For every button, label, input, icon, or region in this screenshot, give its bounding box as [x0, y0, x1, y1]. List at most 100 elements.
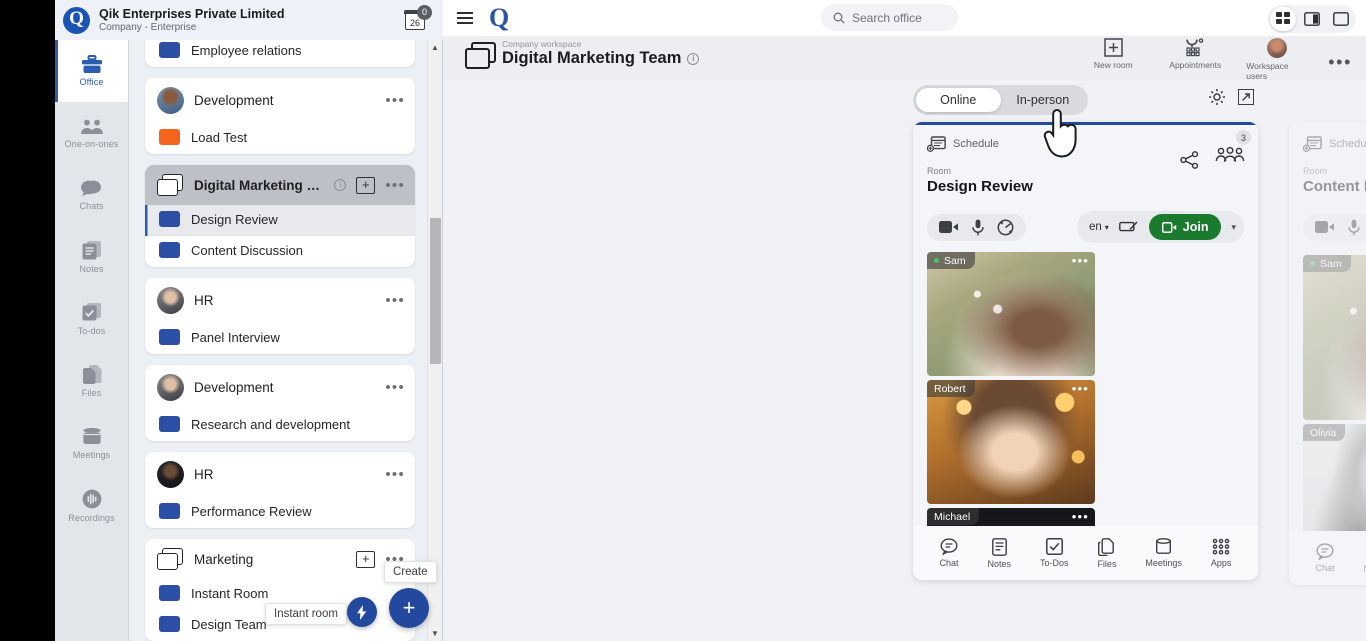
- team-more-icon[interactable]: •••: [385, 466, 405, 483]
- create-button[interactable]: +: [389, 588, 429, 628]
- calendar-button[interactable]: 26 0: [405, 11, 425, 30]
- room-color-swatch: [159, 42, 180, 58]
- room-card-design-review: Schedule: [913, 122, 1258, 580]
- header-more-icon[interactable]: •••: [1328, 52, 1352, 73]
- share-icon[interactable]: [1180, 151, 1199, 169]
- participant-tile[interactable]: Sam •••: [1303, 255, 1366, 420]
- room-row-content-discussion[interactable]: Content Discussion: [145, 236, 415, 267]
- info-icon[interactable]: i: [687, 53, 699, 65]
- team-header[interactable]: Development •••: [145, 78, 415, 123]
- add-room-button[interactable]: +: [356, 551, 375, 568]
- participants-button[interactable]: 3: [1215, 147, 1245, 169]
- participant-tile[interactable]: Robert •••: [927, 380, 1095, 504]
- participant-name: Sam: [944, 255, 966, 267]
- scroll-down-icon[interactable]: ▼: [428, 626, 442, 641]
- join-options-chevron-icon[interactable]: ▾: [1231, 222, 1236, 233]
- panel-icon[interactable]: [1299, 7, 1325, 31]
- team-list[interactable]: Employee relations Development ••• Load …: [129, 40, 429, 641]
- team-header[interactable]: Marketing + •••: [145, 539, 415, 579]
- join-button[interactable]: Join: [1149, 214, 1222, 240]
- tooltip-create: Create: [384, 561, 437, 583]
- sidebar-item-one-on-ones[interactable]: One-on-ones: [55, 102, 128, 164]
- room-row[interactable]: Performance Review: [145, 497, 415, 528]
- office-window: Q Search office: [443, 0, 1366, 641]
- participant-tile[interactable]: Sam •••: [927, 252, 1095, 376]
- sidebar-item-one-on-ones-label: One-on-ones: [65, 139, 119, 149]
- info-icon[interactable]: i: [334, 179, 346, 191]
- room-row[interactable]: Employee relations: [145, 40, 415, 67]
- team-more-icon[interactable]: •••: [385, 379, 405, 396]
- team-card: HR ••• Panel Interview: [145, 278, 415, 354]
- microphone-icon[interactable]: [1348, 219, 1360, 236]
- settings-gear-button[interactable]: [1208, 88, 1226, 111]
- team-header[interactable]: HR •••: [145, 452, 415, 497]
- breadcrumb-parent: Company workspace: [502, 40, 699, 49]
- team-header[interactable]: HR •••: [145, 278, 415, 323]
- scrollbar-thumb[interactable]: [430, 218, 441, 364]
- room-label: Instant Room: [191, 586, 268, 601]
- grid-icon[interactable]: [1270, 7, 1296, 31]
- tab-online[interactable]: Online: [916, 88, 1001, 112]
- room-row[interactable]: Research and development: [145, 410, 415, 441]
- sidebar-item-recordings[interactable]: Recordings: [55, 474, 128, 536]
- sidebar-item-notes[interactable]: Notes: [55, 226, 128, 288]
- checkbox-icon: [81, 302, 103, 323]
- org-topbar: Q Qik Enterprises Private Limited Compan…: [55, 0, 443, 40]
- media-controls: [1303, 214, 1366, 241]
- team-more-icon[interactable]: •••: [385, 177, 405, 194]
- nav-files-label: Files: [1097, 559, 1116, 569]
- team-header-selected[interactable]: Digital Marketing T... i + •••: [145, 165, 415, 205]
- instant-room-button[interactable]: [347, 597, 377, 627]
- team-more-icon[interactable]: •••: [385, 292, 405, 309]
- sidebar-item-meetings[interactable]: Meetings: [55, 412, 128, 474]
- new-room-label: New room: [1094, 60, 1133, 70]
- effects-icon[interactable]: [997, 219, 1014, 236]
- recordings-icon: [81, 488, 103, 510]
- scroll-up-icon[interactable]: ▲: [428, 40, 442, 55]
- expand-button[interactable]: [1238, 89, 1254, 105]
- team-more-icon[interactable]: •••: [385, 92, 405, 109]
- microphone-icon[interactable]: [972, 219, 984, 236]
- search-input[interactable]: Search office: [821, 4, 958, 31]
- room-row[interactable]: Panel Interview: [145, 323, 415, 354]
- participant-name: Robert: [934, 383, 966, 395]
- whiteboard-icon[interactable]: [1119, 220, 1139, 234]
- room-row-design-review[interactable]: ⣿ Design Review: [145, 205, 415, 236]
- new-room-button[interactable]: New room: [1082, 38, 1144, 70]
- add-room-button[interactable]: +: [356, 177, 375, 194]
- language-selector[interactable]: en ▾: [1089, 221, 1109, 233]
- nav-meetings[interactable]: Meetings: [1145, 538, 1182, 568]
- appointments-button[interactable]: Appointments: [1164, 38, 1226, 70]
- note-icon: [992, 538, 1007, 556]
- sidebar-item-to-dos[interactable]: To-dos: [55, 288, 128, 350]
- video-camera-icon[interactable]: [1315, 220, 1335, 234]
- window-icon[interactable]: [1328, 7, 1354, 31]
- nav-notes[interactable]: Notes: [987, 538, 1011, 569]
- team-name: HR: [194, 467, 375, 482]
- nav-todos-label: To-Dos: [1040, 558, 1069, 568]
- participant-more-icon[interactable]: •••: [1072, 253, 1089, 268]
- room-title: Design Review: [927, 178, 1244, 195]
- workspace-users-button[interactable]: Workspace users: [1246, 38, 1308, 81]
- team-header[interactable]: Development •••: [145, 365, 415, 410]
- nav-todos[interactable]: To-Dos: [1040, 538, 1069, 568]
- nav-chat[interactable]: Chat: [1315, 543, 1334, 573]
- video-camera-icon[interactable]: [939, 220, 959, 234]
- nav-apps[interactable]: Apps: [1211, 538, 1232, 568]
- participant-more-icon[interactable]: •••: [1072, 509, 1089, 524]
- schedule-button[interactable]: Schedule: [1303, 136, 1366, 152]
- room-row[interactable]: Load Test: [145, 123, 415, 154]
- room-color-swatch: [159, 503, 180, 519]
- nav-chat[interactable]: Chat: [939, 538, 958, 568]
- room-color-swatch: [159, 129, 180, 145]
- nav-files[interactable]: Files: [1097, 538, 1116, 569]
- sidebar-item-chats[interactable]: Chats: [55, 164, 128, 226]
- team-list-scrollbar[interactable]: ▲ ▼: [427, 40, 442, 641]
- sidebar-item-files[interactable]: Files: [55, 350, 128, 412]
- search-icon: [833, 12, 845, 24]
- tab-in-person[interactable]: In-person: [1001, 88, 1086, 112]
- office-topbar: Q Search office: [443, 0, 1366, 36]
- participant-more-icon[interactable]: •••: [1072, 381, 1089, 396]
- hamburger-icon[interactable]: [457, 12, 473, 24]
- sidebar-item-office[interactable]: Office: [55, 40, 128, 102]
